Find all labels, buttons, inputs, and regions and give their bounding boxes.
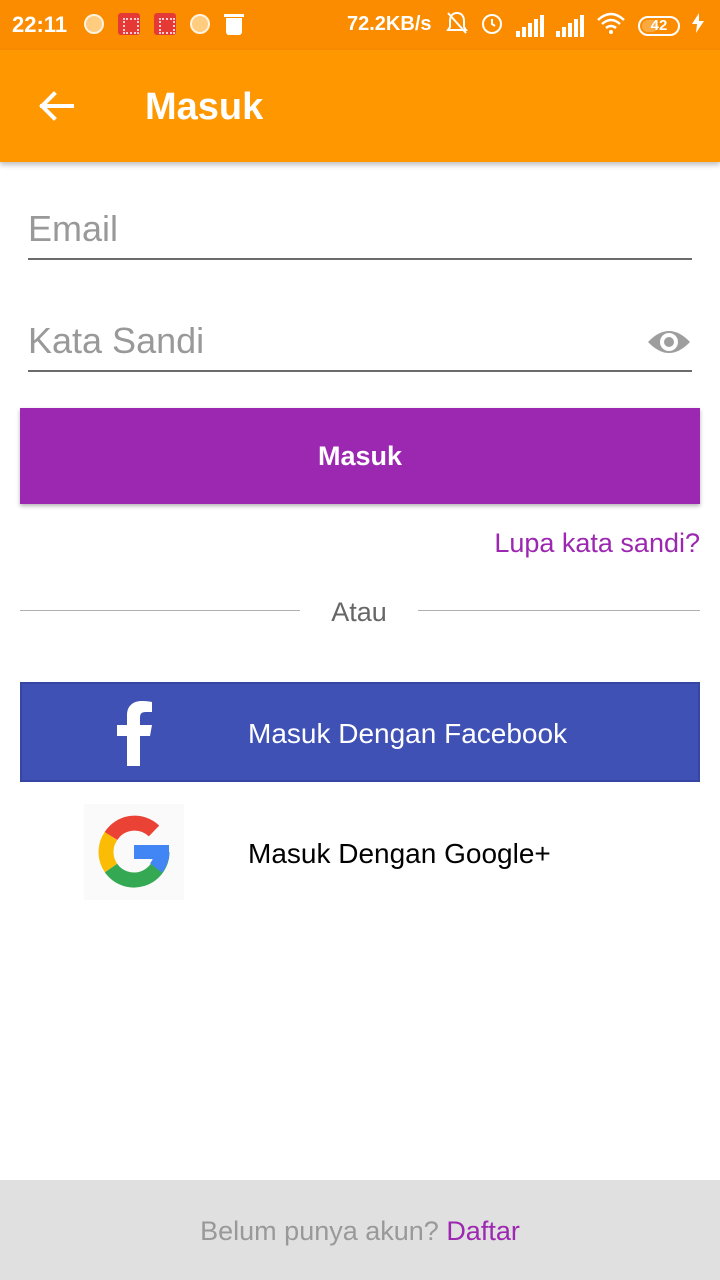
- arrow-left-icon: [39, 91, 74, 121]
- forgot-password-link[interactable]: Lupa kata sandi?: [494, 528, 700, 559]
- battery-level: 42: [650, 17, 668, 34]
- login-button[interactable]: Masuk: [20, 408, 700, 504]
- wifi-icon: [596, 11, 626, 41]
- google-icon: [84, 804, 184, 900]
- app-bar: Masuk: [0, 50, 720, 162]
- signal-hplus-icon: [516, 15, 544, 37]
- network-speed: 72.2KB/s: [347, 13, 432, 35]
- status-time: 22:11: [12, 12, 68, 37]
- system-icons: 42: [446, 11, 704, 41]
- password-visibility-toggle[interactable]: [646, 324, 692, 360]
- trash-icon: [224, 13, 244, 35]
- register-footer: Belum punya akun? Daftar: [0, 1180, 720, 1280]
- email-field-container: [28, 200, 692, 260]
- bell-off-icon: [446, 11, 468, 41]
- status-bar: 22:11 72.2KB/s 42: [0, 0, 720, 50]
- signal-icon: [556, 15, 584, 37]
- page-title: Masuk: [145, 86, 264, 128]
- eye-icon: [648, 331, 690, 353]
- register-link[interactable]: Daftar: [446, 1216, 520, 1246]
- charging-icon: [692, 13, 704, 39]
- facebook-login-button[interactable]: Masuk Dengan Facebook: [20, 682, 700, 782]
- divider-line-right: [418, 610, 700, 611]
- app-notification-icon: [154, 13, 176, 35]
- divider-line-left: [20, 610, 300, 611]
- google-login-button[interactable]: Masuk Dengan Google+: [20, 800, 700, 904]
- email-field[interactable]: [28, 200, 692, 258]
- notification-icons: [84, 13, 244, 35]
- back-button[interactable]: [28, 78, 84, 134]
- google-login-label: Masuk Dengan Google+: [248, 838, 551, 869]
- notification-dot-icon: [84, 14, 104, 34]
- alarm-icon: [480, 11, 504, 41]
- app-notification-icon: [118, 13, 140, 35]
- battery-icon: 42: [638, 16, 680, 36]
- password-field[interactable]: [28, 312, 628, 370]
- facebook-login-label: Masuk Dengan Facebook: [248, 718, 568, 749]
- password-field-container: [28, 312, 692, 372]
- facebook-icon: [117, 701, 152, 766]
- divider-text: Atau: [331, 597, 387, 627]
- notification-dot-icon: [190, 14, 210, 34]
- register-prompt: Belum punya akun?: [200, 1216, 447, 1246]
